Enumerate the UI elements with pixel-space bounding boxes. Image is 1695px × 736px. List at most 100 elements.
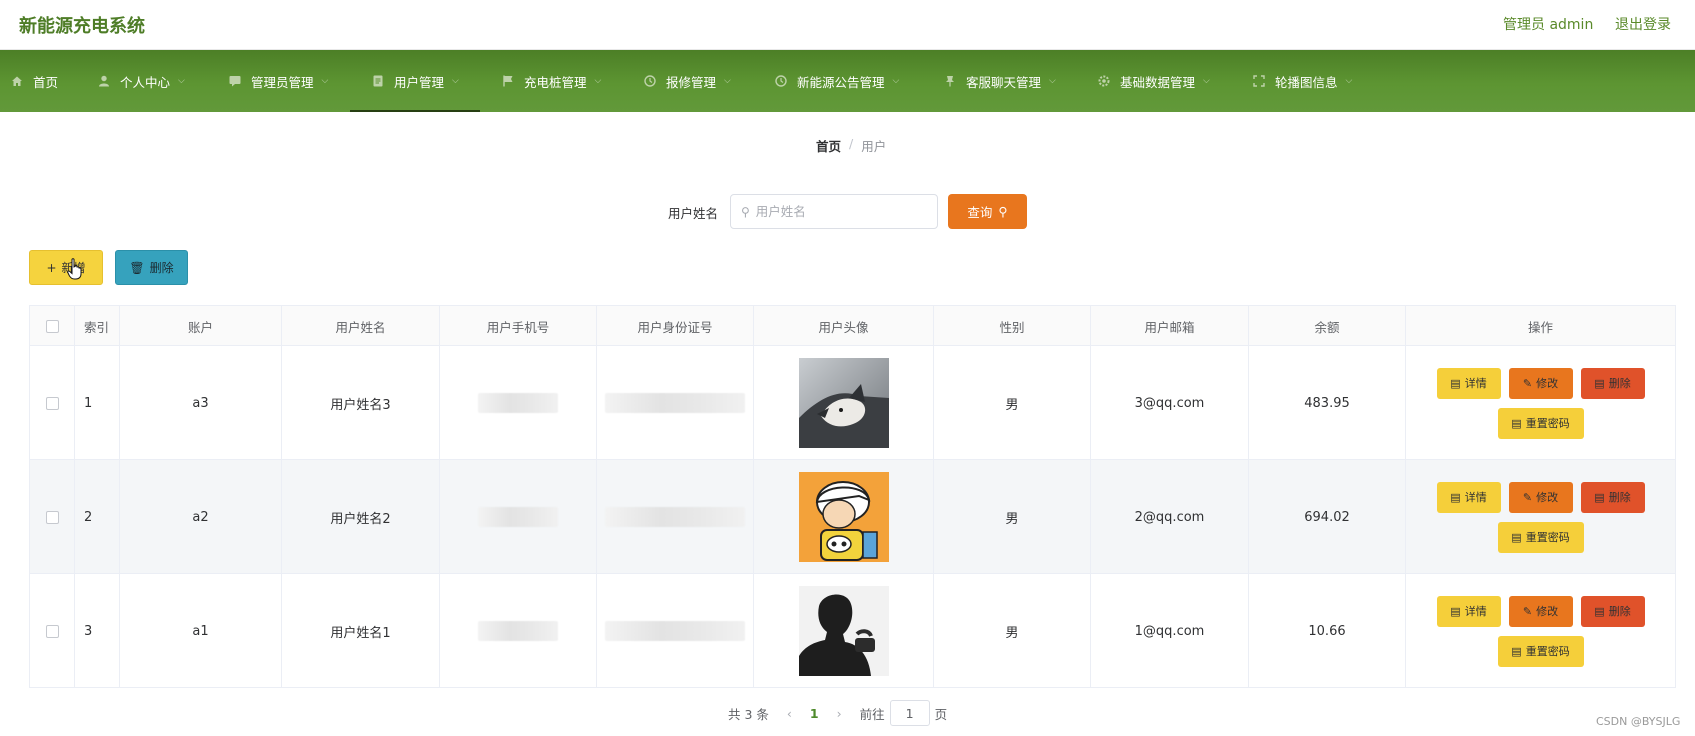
- gender-cell: 男: [934, 460, 1091, 574]
- header-checkbox-cell: [30, 306, 75, 346]
- select-all-checkbox[interactable]: [45, 319, 59, 333]
- search-field[interactable]: ⚲: [730, 194, 938, 229]
- pencil-icon: ✎: [1522, 376, 1533, 390]
- detail-button[interactable]: ▤ 详情: [1436, 367, 1501, 399]
- chevron-down-icon: ⌵: [452, 76, 459, 86]
- document-icon: ▤: [1450, 490, 1461, 504]
- gender-cell: 男: [934, 346, 1091, 460]
- name-cell: 用户姓名1: [282, 574, 440, 688]
- breadcrumb-home[interactable]: 首页: [816, 136, 841, 155]
- nav-label: 用户管理: [394, 74, 445, 90]
- column-header: 用户手机号: [440, 306, 597, 346]
- reset-password-button[interactable]: ▤ 重置密码: [1497, 635, 1584, 667]
- reset-password-button[interactable]: ▤ 重置密码: [1497, 521, 1584, 553]
- document-icon: ▤: [1450, 604, 1461, 618]
- nav-item-repair-management[interactable]: 报修管理 ⌵: [644, 50, 731, 112]
- delete-button[interactable]: ▤ 删除: [1580, 595, 1645, 627]
- batch-delete-button[interactable]: 🗑︎ 删除: [115, 250, 188, 285]
- trash-icon: ▤: [1594, 376, 1605, 390]
- pagination: 共 3 条 ‹ 1 › 前往 页: [728, 700, 947, 726]
- avatar[interactable]: [798, 586, 889, 676]
- breadcrumb-separator: /: [849, 136, 854, 151]
- prev-page-icon[interactable]: ‹: [787, 706, 792, 721]
- search-input[interactable]: [755, 204, 926, 219]
- logout-link[interactable]: 退出登录: [1615, 14, 1671, 34]
- nav-item-announcement[interactable]: 新能源公告管理 ⌵: [775, 50, 899, 112]
- column-header: 账户: [120, 306, 282, 346]
- chevron-down-icon: ⌵: [892, 76, 900, 86]
- column-header: 性别: [934, 306, 1091, 346]
- nav-item-user-management[interactable]: 用户管理 ⌵: [350, 50, 480, 112]
- actions-cell: ▤ 详情 ✎ 修改 ▤ 删除 ▤ 重置密码: [1406, 346, 1675, 460]
- name-cell: 用户姓名2: [282, 460, 440, 574]
- nav-item-admin-management[interactable]: 管理员管理 ⌵: [229, 50, 328, 112]
- clock-icon: [775, 75, 787, 87]
- column-header: 用户姓名: [282, 306, 440, 346]
- reset-password-button[interactable]: ▤ 重置密码: [1497, 407, 1584, 439]
- nav-item-home[interactable]: 首页: [11, 50, 58, 112]
- page-number[interactable]: 1: [810, 706, 819, 721]
- row-checkbox[interactable]: [45, 624, 59, 638]
- avatar[interactable]: [798, 472, 889, 562]
- redacted-phone: [478, 621, 558, 641]
- edit-label: 修改: [1536, 491, 1559, 504]
- add-button[interactable]: + 新增: [29, 250, 103, 285]
- actions-cell: ▤ 详情 ✎ 修改 ▤ 删除 ▤ 重置密码: [1406, 460, 1675, 574]
- watermark: CSDN @BYSJLG: [1596, 715, 1681, 728]
- column-header: 操作: [1527, 319, 1553, 335]
- column-header: 用户身份证号: [597, 306, 754, 346]
- home-icon: [11, 75, 23, 87]
- nav-label: 首页: [33, 74, 59, 90]
- row-checkbox-cell: [30, 574, 75, 688]
- table-row: 2 a2 用户姓名2 男 2@qq.com 694.02 ▤ 详情 ✎ 修改 ▤…: [30, 460, 1675, 574]
- document-icon: ▤: [1511, 530, 1522, 544]
- row-actions: ▤ 详情 ✎ 修改 ▤ 删除 ▤ 重置密码: [1426, 481, 1656, 553]
- user-table: 索引 账户 用户姓名 用户手机号 用户身份证号 用户头像 性别 用户邮箱 余额 …: [29, 305, 1676, 688]
- reset-label: 重置密码: [1525, 417, 1570, 430]
- edit-button[interactable]: ✎ 修改: [1508, 481, 1573, 513]
- nav-label: 基础数据管理: [1120, 74, 1196, 90]
- avatar[interactable]: [798, 358, 889, 448]
- detail-button[interactable]: ▤ 详情: [1436, 595, 1501, 627]
- nav-item-base-data[interactable]: 基础数据管理 ⌵: [1098, 50, 1210, 112]
- avatar-cell: [754, 574, 934, 688]
- query-button[interactable]: 查询 ⚲: [948, 194, 1027, 229]
- index-cell: 1: [75, 346, 120, 460]
- nav-label: 个人中心: [120, 74, 171, 90]
- account-cell: a2: [120, 460, 282, 574]
- goto-page-input[interactable]: [889, 700, 930, 726]
- delete-button[interactable]: ▤ 删除: [1580, 481, 1645, 513]
- nav-item-charging-pile[interactable]: 充电桩管理 ⌵: [502, 50, 601, 112]
- reset-label: 重置密码: [1525, 645, 1570, 658]
- edit-button[interactable]: ✎ 修改: [1508, 367, 1573, 399]
- row-actions: ▤ 详情 ✎ 修改 ▤ 删除 ▤ 重置密码: [1426, 367, 1656, 439]
- column-header: 索引: [75, 306, 120, 346]
- nav-item-carousel[interactable]: 轮播图信息 ⌵: [1253, 50, 1352, 112]
- flag-icon: [502, 75, 514, 87]
- row-checkbox[interactable]: [45, 510, 59, 524]
- detail-button[interactable]: ▤ 详情: [1436, 481, 1501, 513]
- next-page-icon[interactable]: ›: [837, 706, 842, 721]
- detail-label: 详情: [1464, 605, 1487, 618]
- remove-label: 删除: [1608, 377, 1631, 390]
- plus-icon: +: [46, 260, 57, 275]
- document-icon: ▤: [1450, 376, 1461, 390]
- row-checkbox-cell: [30, 460, 75, 574]
- column-header: 用户邮箱: [1091, 306, 1249, 346]
- search-icon: ⚲: [741, 204, 750, 219]
- delete-label: 删除: [149, 261, 174, 275]
- app-title: 新能源充电系统: [19, 16, 145, 37]
- total-count: 共 3 条: [728, 706, 769, 722]
- index-cell: 3: [75, 574, 120, 688]
- redacted-id-number: [605, 507, 745, 527]
- nav-item-customer-chat[interactable]: 客服聊天管理 ⌵: [944, 50, 1056, 112]
- chevron-down-icon: ⌵: [1345, 76, 1353, 86]
- search-label: 用户姓名: [668, 206, 719, 221]
- edit-button[interactable]: ✎ 修改: [1508, 595, 1573, 627]
- delete-button[interactable]: ▤ 删除: [1580, 367, 1645, 399]
- nav-label: 新能源公告管理: [797, 74, 885, 90]
- nav-item-personal-center[interactable]: 个人中心 ⌵: [98, 50, 185, 112]
- row-checkbox[interactable]: [45, 396, 59, 410]
- redacted-id-number: [605, 393, 745, 413]
- table-row: 3 a1 用户姓名1 男 1@qq.com 10.66 ▤ 详情 ✎ 修改 ▤ 删除: [30, 574, 1675, 688]
